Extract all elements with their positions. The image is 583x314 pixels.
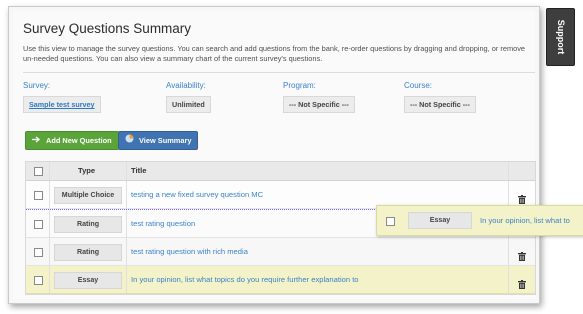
question-type-badge: Essay xyxy=(54,272,122,289)
view-summary-label: View Summary xyxy=(139,136,192,145)
divider xyxy=(23,72,535,73)
trash-icon[interactable] xyxy=(518,276,526,294)
dragged-row-ghost[interactable]: Essay In your opinion, list what to xyxy=(376,205,583,236)
survey-value-link[interactable]: Sample test survey xyxy=(23,96,101,113)
add-new-question-button[interactable]: Add New Question xyxy=(25,131,119,150)
row-checkbox[interactable] xyxy=(34,275,43,285)
row-checkbox[interactable] xyxy=(34,247,43,257)
availability-value: Unlimited xyxy=(166,96,211,113)
trash-icon[interactable] xyxy=(518,248,526,266)
row-checkbox[interactable] xyxy=(386,216,395,226)
view-summary-button[interactable]: View Summary xyxy=(118,131,199,150)
question-title-link[interactable]: In your opinion, list what topics do you… xyxy=(131,266,359,293)
type-column-header: Type xyxy=(78,166,96,175)
program-label: Program: xyxy=(283,81,316,90)
support-tab-label: Support xyxy=(555,19,566,55)
add-arrow-icon xyxy=(32,132,41,149)
question-type-badge: Rating xyxy=(54,216,122,233)
table-row[interactable]: Essay In your opinion, list what topics … xyxy=(26,266,535,294)
program-value: --- Not Specific --- xyxy=(283,96,355,113)
chart-icon xyxy=(125,132,134,149)
question-type-badge: Rating xyxy=(54,244,122,261)
survey-label: Survey: xyxy=(23,81,51,90)
course-value: --- Not Specific --- xyxy=(404,96,476,113)
question-title-link[interactable]: In your opinion, list what to xyxy=(480,206,570,235)
table-header: Type Title xyxy=(26,162,535,181)
page-description: Use this view to manage the survey quest… xyxy=(23,44,526,63)
table-row[interactable]: Rating test rating question with rich me… xyxy=(26,238,535,266)
availability-label: Availability: xyxy=(166,81,206,90)
page-title: Survey Questions Summary xyxy=(23,21,192,36)
select-all-checkbox[interactable] xyxy=(34,167,43,176)
question-title-link[interactable]: test rating question with rich media xyxy=(131,238,248,265)
question-type-badge: Multiple Choice xyxy=(54,187,122,204)
support-tab[interactable]: Support xyxy=(546,8,575,66)
course-label: Course: xyxy=(404,81,433,90)
row-checkbox[interactable] xyxy=(34,190,43,200)
add-new-question-label: Add New Question xyxy=(46,136,112,145)
title-column-header: Title xyxy=(131,166,147,175)
survey-questions-window: Survey Questions Summary Use this view t… xyxy=(8,6,540,304)
row-checkbox[interactable] xyxy=(34,219,43,229)
question-type-badge: Essay xyxy=(408,212,472,229)
question-title-link[interactable]: testing a new fixed survey question MC xyxy=(131,181,263,208)
question-title-link[interactable]: test rating question xyxy=(131,210,195,237)
